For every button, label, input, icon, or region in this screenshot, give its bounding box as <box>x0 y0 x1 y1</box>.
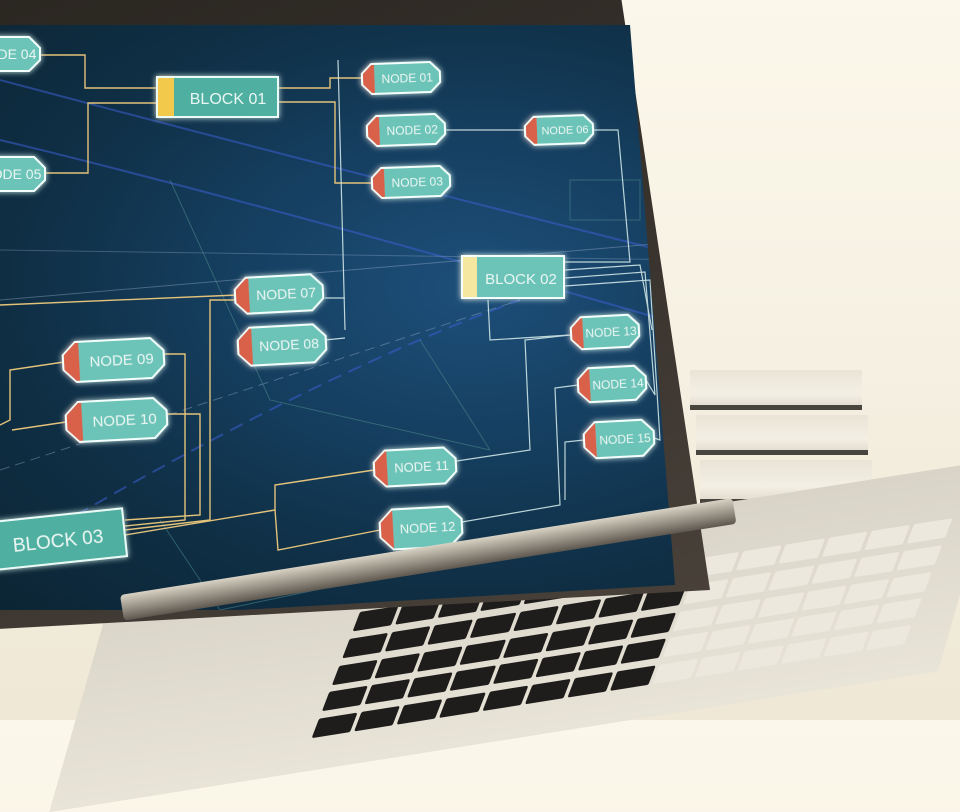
keyboard-key <box>725 571 772 598</box>
keyboard-key <box>630 612 677 638</box>
block-02[interactable]: BLOCK 02 <box>461 255 565 299</box>
node-label: NODE 08 <box>259 335 320 354</box>
keyboard-key <box>384 625 432 652</box>
node-label: NODE 04 <box>0 46 37 62</box>
node-label: NODE 02 <box>386 122 438 138</box>
node-label: NODE 11 <box>394 458 449 476</box>
keyboard-key <box>853 551 900 578</box>
node-tab <box>66 402 84 441</box>
keyboard-key <box>695 652 742 678</box>
node-10[interactable]: NODE 10 <box>64 397 169 443</box>
block-03[interactable]: BLOCK 03 <box>0 507 129 572</box>
keyboard-key <box>672 605 720 631</box>
keyboard-key <box>705 625 752 651</box>
keyboard-key <box>737 645 784 671</box>
node-label: NODE 09 <box>89 350 154 370</box>
node-label: NODE 05 <box>0 166 42 182</box>
keyboard-key <box>620 638 667 665</box>
block-label: BLOCK 02 <box>485 271 557 288</box>
keyboard-key <box>843 578 890 604</box>
keyboard-key <box>597 592 645 618</box>
node-tab <box>235 278 251 313</box>
keyboard-key <box>780 638 827 665</box>
node-13[interactable]: NODE 13 <box>569 313 641 351</box>
keyboard-key <box>800 585 847 611</box>
node-07[interactable]: NODE 07 <box>233 273 325 315</box>
node-tab <box>372 168 385 198</box>
keyboard-key <box>758 591 805 618</box>
keyboard-key <box>406 672 454 699</box>
keyboard-key <box>512 605 559 632</box>
node-09[interactable]: NODE 09 <box>61 337 166 383</box>
node-tab <box>571 318 584 349</box>
keyboard-key <box>587 618 634 645</box>
keyboard-key <box>459 639 506 665</box>
keyboard-key <box>768 565 815 591</box>
keyboard-key <box>833 605 880 631</box>
keyboard-key <box>715 598 762 625</box>
photo-scene: BLOCK 01 BLOCK 02 BLOCK 03 NODE 04 NODE 0… <box>0 0 960 812</box>
keyboard-key <box>747 618 794 645</box>
node-06[interactable]: NODE 06 <box>523 114 595 146</box>
keyboard-key <box>374 652 421 679</box>
keyboard-key <box>481 685 529 712</box>
node-tab <box>525 117 538 144</box>
keyboard-key <box>396 699 443 725</box>
keyboard-key <box>502 632 549 658</box>
node-05[interactable]: NODE 05 <box>0 156 46 192</box>
node-label: NODE 10 <box>92 410 157 430</box>
node-label: NODE 03 <box>391 174 443 190</box>
block-label: BLOCK 01 <box>190 91 267 108</box>
node-tab <box>367 116 380 146</box>
node-label: NODE 13 <box>585 324 637 341</box>
keyboard-key <box>555 598 602 625</box>
node-02[interactable]: NODE 02 <box>365 112 447 148</box>
keyboard-key <box>662 632 709 658</box>
keyboard-key <box>652 658 699 685</box>
keyboard-key <box>577 645 624 672</box>
keyboard-key <box>354 706 401 732</box>
node-03[interactable]: NODE 03 <box>370 164 452 200</box>
book <box>690 370 862 410</box>
keyboard-key <box>427 619 474 645</box>
keyboard-key <box>524 679 571 705</box>
keyboard-key <box>609 665 656 692</box>
node-15[interactable]: NODE 15 <box>582 418 656 460</box>
node-tab <box>362 64 375 94</box>
node-label: NODE 12 <box>399 519 455 537</box>
block-01[interactable]: BLOCK 01 <box>156 76 279 118</box>
node-14[interactable]: NODE 14 <box>576 364 648 404</box>
node-label: NODE 15 <box>599 431 651 448</box>
node-tab <box>63 342 81 381</box>
keyboard-key <box>534 652 581 678</box>
node-label: NODE 01 <box>381 70 433 86</box>
node-04[interactable]: NODE 04 <box>0 36 41 72</box>
keyboard-key <box>790 611 837 638</box>
keyboard-key <box>822 631 869 658</box>
keyboard-key <box>470 612 517 638</box>
node-label: NODE 14 <box>592 376 644 393</box>
keyboard-key <box>439 692 486 719</box>
keyboard-key <box>364 679 411 705</box>
keyboard-key <box>567 672 614 698</box>
node-01[interactable]: NODE 01 <box>360 60 442 96</box>
node-label: NODE 07 <box>256 284 317 303</box>
keyboard-key <box>417 645 464 672</box>
keyboard-key <box>545 625 592 652</box>
keyboard-key <box>811 558 858 584</box>
node-label: NODE 06 <box>541 124 588 138</box>
keyboard-key <box>449 665 496 692</box>
node-08[interactable]: NODE 08 <box>236 323 328 367</box>
keyboard-key <box>492 659 539 685</box>
book <box>696 415 868 455</box>
node-11[interactable]: NODE 11 <box>372 446 458 488</box>
